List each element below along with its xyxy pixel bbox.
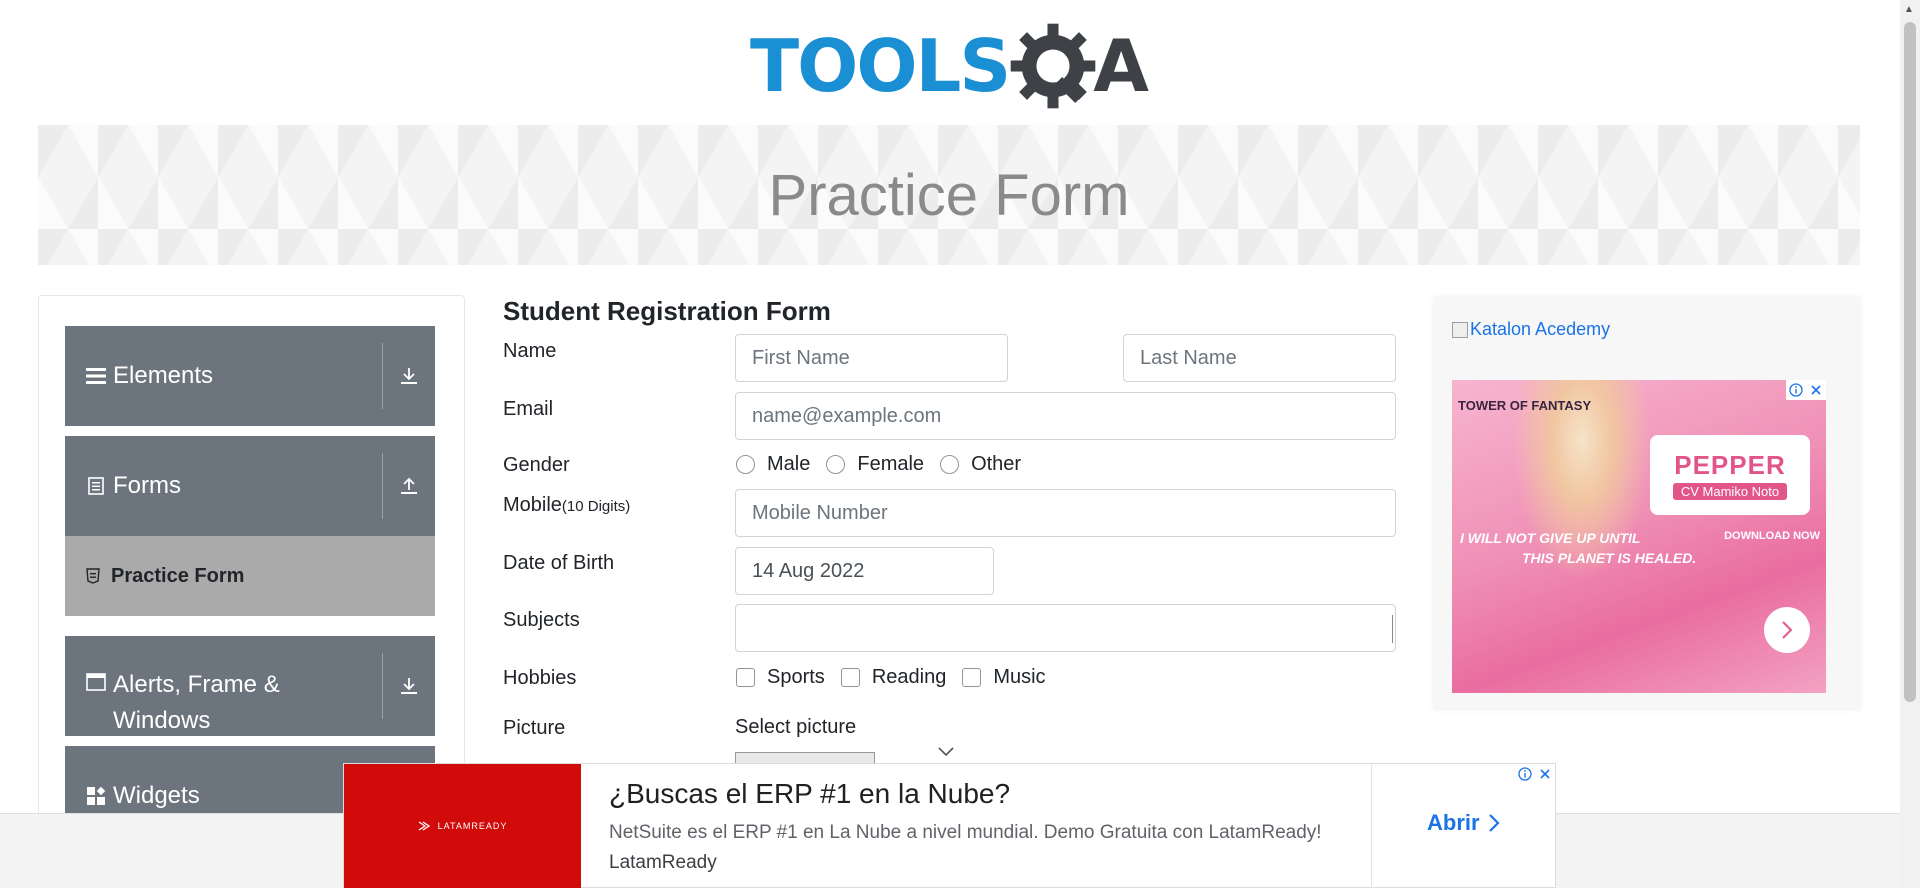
sidebar-item-label: Practice Form [111,564,245,587]
ad-headline-box: PEPPER CV Mamiko Noto [1650,435,1810,515]
logo-text: LATAMREADY [437,821,508,831]
divider [1371,764,1372,888]
logo-letter: A [1093,24,1149,108]
chevron-down-icon[interactable] [937,746,955,758]
sidebar-group-label: Elements [113,362,214,389]
radio-label[interactable]: Female [857,453,924,476]
hobbies-label: Hobbies [503,667,577,689]
radio-label[interactable]: Male [767,453,810,476]
ad-banner-image[interactable]: TOWER OF FANTASY PEPPER CV Mamiko Noto I… [1452,380,1826,693]
ad-advertiser: LatamReady [609,852,717,873]
name-label: Name [503,340,557,362]
sidebar-group-label: Widgets [113,782,200,809]
sidebar-group-label: Forms [113,472,181,499]
window-icon [85,671,107,693]
email-label: Email [503,398,554,420]
ad-brand: TOWER OF FANTASY [1458,398,1592,413]
sidebar-group-elements[interactable]: Elements [65,326,435,426]
gender-label: Gender [503,454,570,476]
hobby-option-reading[interactable]: Reading [840,666,947,689]
checkbox-label[interactable]: Music [993,666,1045,689]
checkbox[interactable] [736,668,755,687]
checkbox[interactable] [840,668,860,687]
scroll-up-icon[interactable]: ▲ [1904,4,1914,15]
ad-download-text: DOWNLOAD NOW [1724,530,1820,542]
next-arrow-button[interactable] [1764,607,1810,653]
cta-label[interactable]: Abrir [1427,810,1480,836]
select-picture-label: Select picture [735,716,857,738]
sidebar-group-forms[interactable]: Forms [65,436,435,536]
checkbox[interactable] [962,668,982,687]
ad-close-icon[interactable] [1806,380,1826,400]
first-name-input[interactable]: First Name [735,334,1008,382]
sidebar-group-label: Alerts, Frame & [113,671,280,698]
subjects-input[interactable] [735,604,1396,652]
toolsqa-logo[interactable]: TOOLS A [750,18,1149,114]
sidebar-ad: Katalon Acedemy TOWER OF FANTASY PEPPER … [1434,297,1860,709]
gear-icon [1010,23,1096,109]
expand-icon[interactable] [383,326,435,426]
sidebar-group-label-line2: Windows [113,707,211,734]
checkbox-label[interactable]: Sports [767,666,825,689]
text-cursor [1392,615,1393,643]
email-input[interactable]: name@example.com [735,392,1396,440]
ad-controls [1786,380,1826,400]
sidebar-group-alerts[interactable]: Alerts, Frame & Windows [65,636,435,736]
open-ad-button[interactable]: Abrir [1427,810,1500,836]
bottom-ad[interactable]: LATAMREADY ¿Buscas el ERP #1 en la Nube?… [343,763,1556,888]
ad-description: NetSuite es el ERP #1 en La Nube a nivel… [609,822,1322,843]
radio-label[interactable]: Other [971,453,1021,476]
vertical-scrollbar[interactable]: ▲ [1900,0,1920,888]
checkbox-label[interactable]: Reading [872,666,947,689]
collapse-icon[interactable] [383,436,435,536]
widgets-icon [85,785,107,807]
logo-text: TOOLS [750,24,1011,108]
gender-radio-group: Male Female Other [736,453,1037,476]
gender-option-female[interactable]: Female [826,453,924,476]
mobile-input[interactable]: Mobile Number [735,489,1396,537]
katalon-academy-link[interactable]: Katalon Acedemy [1452,319,1610,340]
dob-label: Date of Birth [503,552,615,574]
chevron-right-icon [1488,814,1500,832]
broken-image-icon [1452,321,1468,338]
gender-option-male[interactable]: Male [736,453,810,476]
date-of-birth-input[interactable]: 14 Aug 2022 [735,547,994,595]
link-text[interactable]: Katalon Acedemy [1470,319,1610,340]
ad-title[interactable]: ¿Buscas el ERP #1 en la Nube? [609,778,1010,810]
last-name-input[interactable]: Last Name [1123,334,1396,382]
chevron-right-icon [1782,621,1793,639]
hobby-option-sports[interactable]: Sports [736,666,825,689]
scrollbar-thumb[interactable] [1904,22,1916,702]
subjects-label: Subjects [503,609,580,631]
sidebar-item-practice-form[interactable]: Practice Form [65,536,435,616]
mobile-label-text: Mobile [503,494,562,516]
ad-tagline-2: THIS PLANET IS HEALED. [1522,550,1697,566]
gender-option-other[interactable]: Other [940,453,1021,476]
latamready-logo: LATAMREADY [344,764,581,888]
mobile-hint: (10 Digits) [561,498,631,515]
radio-button[interactable] [736,455,755,474]
hamburger-icon [85,365,107,387]
ad-tagline-1: I WILL NOT GIVE UP UNTIL [1460,530,1641,546]
picture-label: Picture [503,717,566,739]
document-icon [85,475,107,497]
ad-info-icon[interactable] [1786,380,1806,400]
expand-icon[interactable] [383,636,435,736]
hobbies-checkbox-group: Sports Reading Music [736,666,1062,689]
radio-button[interactable] [826,455,846,474]
latamready-mark-icon [418,821,430,831]
radio-button[interactable] [940,455,960,474]
page-title: Practice Form [768,162,1130,228]
form-heading: Student Registration Form [503,296,831,326]
page-banner: Practice Form [38,125,1860,265]
html5-icon [83,566,103,586]
ad-headline: PEPPER [1674,450,1786,480]
ad-info-icon[interactable] [1515,764,1535,784]
ad-subtitle: CV Mamiko Noto [1672,483,1788,500]
mobile-label: Mobile(10 Digits) [503,494,630,517]
ad-close-icon[interactable] [1535,764,1555,784]
hobby-option-music[interactable]: Music [962,666,1046,689]
ad-controls [1515,764,1555,784]
page: TOOLS A Practice Form Elements Forms Pra… [0,0,1920,888]
